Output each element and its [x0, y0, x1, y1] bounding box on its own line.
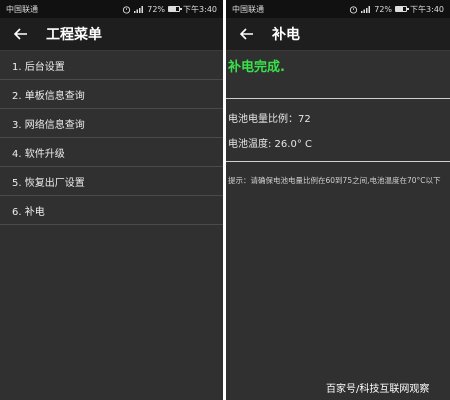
menu-item-software-upgrade[interactable]: 4. 软件升级 — [0, 138, 223, 167]
recharge-screen: 中国联通 72% 下午3:40 补电 补电完成. 电池电量比例：72 电池温度:… — [226, 0, 450, 400]
page-title: 工程菜单 — [46, 27, 102, 43]
signal-icon — [134, 5, 144, 13]
alarm-icon — [122, 5, 131, 14]
menu-item-recharge[interactable]: 6. 补电 — [0, 196, 223, 225]
battery-ratio-text: 电池电量比例：72 — [228, 114, 311, 125]
hint-text: 提示：请确保电池电量比例在60到75之间,电池温度在70°C以下 — [228, 176, 441, 185]
battery-info-panel: 电池电量比例：72 电池温度: 26.0° C — [226, 99, 450, 162]
back-button[interactable] — [10, 23, 32, 45]
alarm-icon — [349, 5, 358, 14]
menu-item-factory-reset[interactable]: 5. 恢复出厂设置 — [0, 167, 223, 196]
carrier-name: 中国联通 — [6, 4, 38, 14]
back-button[interactable] — [236, 23, 258, 45]
app-bar: 工程菜单 — [0, 18, 223, 51]
menu-item-board-info[interactable]: 2. 单板信息查询 — [0, 80, 223, 109]
recharge-status-message: 补电完成. — [226, 51, 450, 99]
arrow-left-icon — [240, 28, 253, 40]
battery-icon — [395, 6, 410, 12]
battery-temperature-text: 电池温度: 26.0° C — [228, 139, 312, 150]
arrow-left-icon — [14, 28, 27, 40]
clock: 下午3:40 — [410, 4, 444, 14]
engineering-menu-list: 1. 后台设置 2. 单板信息查询 3. 网络信息查询 4. 软件升级 5. 恢… — [0, 51, 223, 225]
status-bar: 中国联通 72% 下午3:40 — [0, 0, 223, 18]
engineering-menu-screen: 中国联通 72% 下午3:40 工程菜单 1. 后台设置 2. 单板信息查询 3… — [0, 0, 223, 400]
clock: 下午3:40 — [183, 4, 217, 14]
app-bar: 补电 — [226, 18, 450, 51]
battery-icon — [168, 6, 183, 12]
status-bar: 中国联通 72% 下午3:40 — [226, 0, 450, 18]
menu-item-backend-settings[interactable]: 1. 后台设置 — [0, 51, 223, 80]
menu-item-network-info[interactable]: 3. 网络信息查询 — [0, 109, 223, 138]
battery-percent: 72% — [147, 4, 166, 14]
signal-icon — [361, 5, 371, 13]
carrier-name: 中国联通 — [232, 4, 264, 14]
watermark: 百家号/科技互联网观察 — [326, 384, 430, 395]
page-title: 补电 — [272, 27, 300, 43]
battery-percent: 72% — [374, 4, 393, 14]
